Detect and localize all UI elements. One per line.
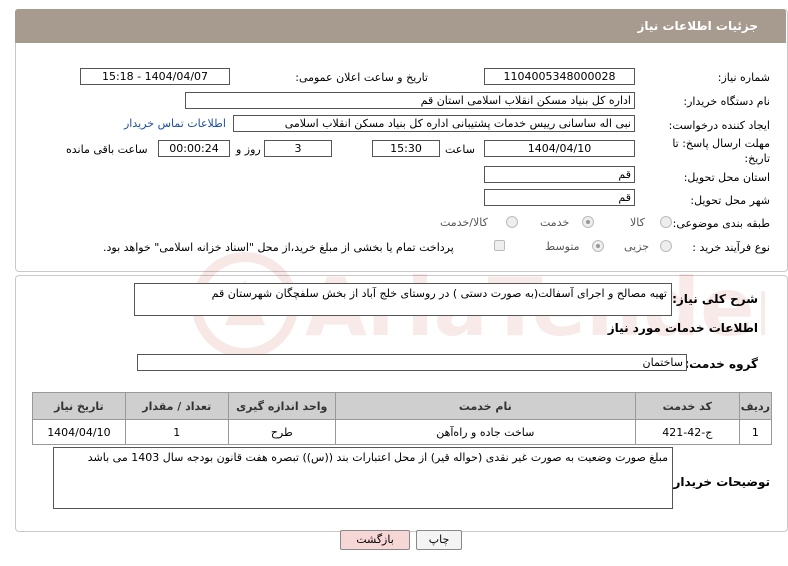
province-label: استان محل تحویل: bbox=[683, 171, 770, 184]
province-field: قم bbox=[484, 166, 635, 183]
announce-field: 1404/04/07 - 15:18 bbox=[80, 68, 230, 85]
deadline-label-date: تاریخ: bbox=[744, 152, 770, 165]
category-option-goods: کالا bbox=[630, 216, 645, 229]
category-radio-goods-service[interactable] bbox=[506, 216, 518, 228]
buyer-label: نام دستگاه خریدار: bbox=[683, 95, 770, 108]
panel-header: جزئیات اطلاعات نیاز bbox=[15, 9, 786, 43]
buyer-notes-field: مبلغ صورت وضعیت به صورت غیر نقدی (حواله … bbox=[53, 447, 673, 509]
category-option-goods-service: کالا/خدمت bbox=[440, 216, 488, 229]
category-option-service: خدمت bbox=[540, 216, 570, 229]
back-button[interactable]: بازگشت bbox=[340, 530, 410, 550]
services-section-title: اطلاعات خدمات مورد نیاز bbox=[607, 321, 758, 335]
category-radio-goods[interactable] bbox=[660, 216, 672, 228]
print-button[interactable]: چاپ bbox=[416, 530, 462, 550]
col-name: نام خدمت bbox=[334, 392, 636, 420]
summary-label: شرح کلی نیاز: bbox=[672, 292, 758, 306]
buyer-field: اداره کل بنیاد مسکن انقلاب اسلامی استان … bbox=[185, 92, 635, 109]
col-row: ردیف bbox=[738, 392, 773, 420]
city-label: شهر محل تحویل: bbox=[690, 194, 770, 207]
table-row: 1 ج-42-421 ساخت جاده و راه‌آهن طرح 1 140… bbox=[32, 419, 773, 445]
services-table: ردیف کد خدمت نام خدمت واحد اندازه گیری ت… bbox=[32, 392, 773, 445]
remaining-time-field: 00:00:24 bbox=[158, 140, 230, 157]
days-label: روز و bbox=[236, 143, 261, 156]
process-radio-minor[interactable] bbox=[660, 240, 672, 252]
payment-note: پرداخت تمام یا بخشی از مبلغ خرید،از محل … bbox=[103, 241, 454, 254]
deadline-time-label: ساعت bbox=[445, 143, 475, 156]
category-label: طبقه بندی موضوعی: bbox=[672, 217, 770, 230]
service-group-field: ساختمان bbox=[137, 354, 687, 371]
process-option-medium: متوسط bbox=[545, 240, 580, 253]
col-date: تاریخ نیاز bbox=[32, 392, 126, 420]
process-label: نوع فرآیند خرید : bbox=[692, 241, 770, 254]
deadline-time-field: 15:30 bbox=[372, 140, 440, 157]
process-radio-medium[interactable] bbox=[592, 240, 604, 252]
remaining-label: ساعت باقی مانده bbox=[66, 143, 148, 156]
creator-field: نبی اله ساسانی رییس خدمات پشتیبانی اداره… bbox=[233, 115, 635, 132]
announce-label: تاریخ و ساعت اعلان عمومی: bbox=[295, 71, 428, 84]
cell-row: 1 bbox=[738, 419, 773, 445]
process-option-minor: جزیی bbox=[624, 240, 650, 253]
deadline-label: مهلت ارسال پاسخ: تا bbox=[672, 137, 770, 150]
service-group-label: گروه خدمت: bbox=[684, 357, 758, 371]
page-title: جزئیات اطلاعات نیاز bbox=[637, 19, 758, 33]
col-unit: واحد اندازه گیری bbox=[227, 392, 336, 420]
days-field: 3 bbox=[264, 140, 332, 157]
city-field: قم bbox=[484, 189, 635, 206]
cell-code: ج-42-421 bbox=[634, 419, 740, 445]
col-qty: تعداد / مقدار bbox=[124, 392, 229, 420]
deadline-date-field: 1404/04/10 bbox=[484, 140, 635, 157]
creator-label: ایجاد کننده درخواست: bbox=[668, 119, 770, 132]
need-number-field: 1104005348000028 bbox=[484, 68, 635, 85]
cell-name: ساخت جاده و راه‌آهن bbox=[334, 419, 636, 445]
cell-date: 1404/04/10 bbox=[32, 419, 126, 445]
buyer-notes-label: توضیحات خریدار: bbox=[668, 475, 770, 489]
buyer-contact-link[interactable]: اطلاعات تماس خریدار bbox=[124, 117, 226, 130]
category-radio-service[interactable] bbox=[582, 216, 594, 228]
need-number-label: شماره نیاز: bbox=[717, 71, 770, 84]
col-code: کد خدمت bbox=[634, 392, 740, 420]
cell-qty: 1 bbox=[124, 419, 229, 445]
payment-checkbox[interactable] bbox=[494, 240, 505, 251]
summary-field: تهیه مصالح و اجرای آسفالت(به صورت دستی )… bbox=[134, 283, 672, 316]
cell-unit: طرح bbox=[227, 419, 336, 445]
